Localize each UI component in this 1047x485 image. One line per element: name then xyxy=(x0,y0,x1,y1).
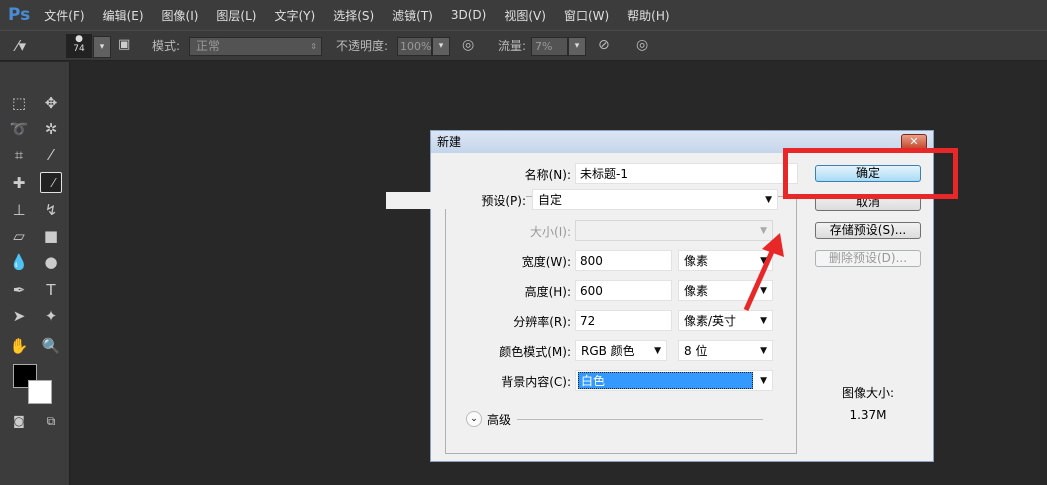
resolution-input[interactable]: 72 xyxy=(575,310,672,331)
height-unit-value: 像素 xyxy=(684,284,709,298)
dodge-tool-icon[interactable]: ● xyxy=(40,251,62,273)
type-tool-icon[interactable]: T xyxy=(40,279,62,301)
pressure-opacity-icon[interactable]: ◎ xyxy=(462,37,474,56)
flow-dropdown[interactable]: ▾ xyxy=(568,37,586,56)
color-mode-select[interactable]: RGB 颜色 ▼ xyxy=(575,340,667,361)
screen-mode-icon[interactable]: ⧉ xyxy=(40,410,62,432)
brush-tool-preset-icon[interactable]: ⁄▾ xyxy=(16,37,26,56)
blur-tool-icon[interactable]: 💧 xyxy=(8,251,30,273)
flow-input[interactable]: 7% xyxy=(531,37,568,56)
flow-label: 流量: xyxy=(498,39,527,53)
mode-value: 正常 xyxy=(196,39,221,53)
zoom-tool-icon[interactable]: 🔍 xyxy=(40,335,62,357)
menu-help[interactable]: 帮助(H) xyxy=(627,7,669,24)
color-mode-label: 颜色模式(M): xyxy=(499,345,571,359)
advanced-label[interactable]: 高级 xyxy=(487,411,511,428)
menu-3d[interactable]: 3D(D) xyxy=(451,8,486,22)
hand-tool-icon[interactable]: ✋ xyxy=(8,335,30,357)
name-input[interactable]: 未标题-1 xyxy=(575,163,798,184)
preset-select[interactable]: 自定 ▼ xyxy=(532,189,778,210)
opacity-input[interactable]: 100% xyxy=(397,37,432,56)
pressure-size-icon[interactable]: ◎ xyxy=(636,37,648,56)
image-size-label: 图像大小: xyxy=(841,386,895,400)
menu-select[interactable]: 选择(S) xyxy=(333,7,374,24)
move-tool-icon[interactable]: ✥ xyxy=(40,92,62,114)
mode-label: 模式: xyxy=(152,39,181,53)
resolution-label: 分辨率(R): xyxy=(513,315,571,329)
menu-filter[interactable]: 滤镜(T) xyxy=(392,7,433,24)
brush-size-value: 74 xyxy=(73,44,85,54)
menu-bar: Ps 文件(F) 编辑(E) 图像(I) 图层(L) 文字(Y) 选择(S) 滤… xyxy=(0,0,1047,30)
airbrush-icon[interactable]: ⊘ xyxy=(598,37,610,56)
background-label: 背景内容(C): xyxy=(501,375,571,389)
width-unit-value: 像素 xyxy=(684,254,709,268)
magic-wand-icon[interactable]: ✲ xyxy=(40,118,62,140)
shape-tool-icon[interactable]: ✦ xyxy=(40,305,62,327)
mode-select[interactable]: 正常 ⇕ xyxy=(189,37,322,56)
height-label: 高度(H): xyxy=(524,285,571,299)
menu-window[interactable]: 窗口(W) xyxy=(564,7,609,24)
eraser-tool-icon[interactable]: ▱ xyxy=(8,225,30,247)
image-size-value: 1.37M xyxy=(849,408,887,422)
bit-depth-value: 8 位 xyxy=(684,344,708,358)
width-input[interactable]: 800 xyxy=(575,250,672,271)
highlight-box xyxy=(783,148,958,199)
toolbox: ⬚ ✥ ➰ ✲ ⌗ ⁄ ✚ ⁄ ⊥ ↯ ▱ ■ 💧 ● ✒ T ➤ ✦ ✋ 🔍 … xyxy=(0,62,70,485)
menu-type[interactable]: 文字(Y) xyxy=(274,7,315,24)
color-mode-value: RGB 颜色 xyxy=(581,344,635,358)
annotation-arrow-icon xyxy=(743,233,784,312)
advanced-divider xyxy=(517,419,763,420)
brush-panel-icon[interactable]: ▣ xyxy=(118,37,130,56)
quick-mask-icon[interactable]: ◙ xyxy=(8,410,30,432)
healing-brush-icon[interactable]: ✚ xyxy=(8,172,30,194)
menu-file[interactable]: 文件(F) xyxy=(44,7,84,24)
stamp-tool-icon[interactable]: ⊥ xyxy=(8,199,30,221)
save-preset-button[interactable]: 存储预设(S)... xyxy=(815,222,921,239)
path-select-icon[interactable]: ➤ xyxy=(8,305,30,327)
marquee-tool-icon[interactable]: ⬚ xyxy=(8,92,30,114)
width-label: 宽度(W): xyxy=(521,255,571,269)
lasso-tool-icon[interactable]: ➰ xyxy=(8,118,30,140)
advanced-toggle-icon[interactable]: ⌄ xyxy=(466,411,482,427)
background-value: 白色 xyxy=(578,372,753,389)
crop-tool-icon[interactable]: ⌗ xyxy=(8,144,30,166)
preset-label: 预设(P): xyxy=(386,192,526,209)
menu-image[interactable]: 图像(I) xyxy=(162,7,199,24)
menu-layer[interactable]: 图层(L) xyxy=(216,7,256,24)
menu-edit[interactable]: 编辑(E) xyxy=(103,7,144,24)
opacity-dropdown[interactable]: ▾ xyxy=(432,37,450,56)
brush-size-picker[interactable]: ● 74 xyxy=(66,34,92,58)
brush-picker-dropdown[interactable]: ▾ xyxy=(93,36,111,58)
history-brush-icon[interactable]: ↯ xyxy=(40,199,62,221)
preset-value: 自定 xyxy=(538,193,563,207)
photoshop-logo: Ps xyxy=(8,5,31,25)
options-bar: ⁄▾ ● 74 ▾ ▣ 模式: 正常 ⇕ 不透明度: 100% ▾ ◎ 流量: 7%… xyxy=(0,30,1047,61)
height-input[interactable]: 600 xyxy=(575,280,672,301)
pen-tool-icon[interactable]: ✒ xyxy=(8,279,30,301)
delete-preset-button: 删除预设(D)... xyxy=(815,250,921,267)
name-label: 名称(N): xyxy=(524,168,571,182)
background-color-swatch[interactable] xyxy=(28,380,52,404)
eyedropper-icon[interactable]: ⁄ xyxy=(40,144,62,166)
size-label: 大小(I): xyxy=(530,225,571,239)
menu-view[interactable]: 视图(V) xyxy=(504,7,546,24)
opacity-label: 不透明度: xyxy=(336,39,389,53)
background-select[interactable]: 白色 ▼ xyxy=(575,370,773,391)
brush-tool-icon[interactable]: ⁄ xyxy=(40,172,62,193)
resolution-unit-value: 像素/英寸 xyxy=(684,314,737,328)
gradient-tool-icon[interactable]: ■ xyxy=(40,225,62,247)
bit-depth-select[interactable]: 8 位 ▼ xyxy=(678,340,773,361)
